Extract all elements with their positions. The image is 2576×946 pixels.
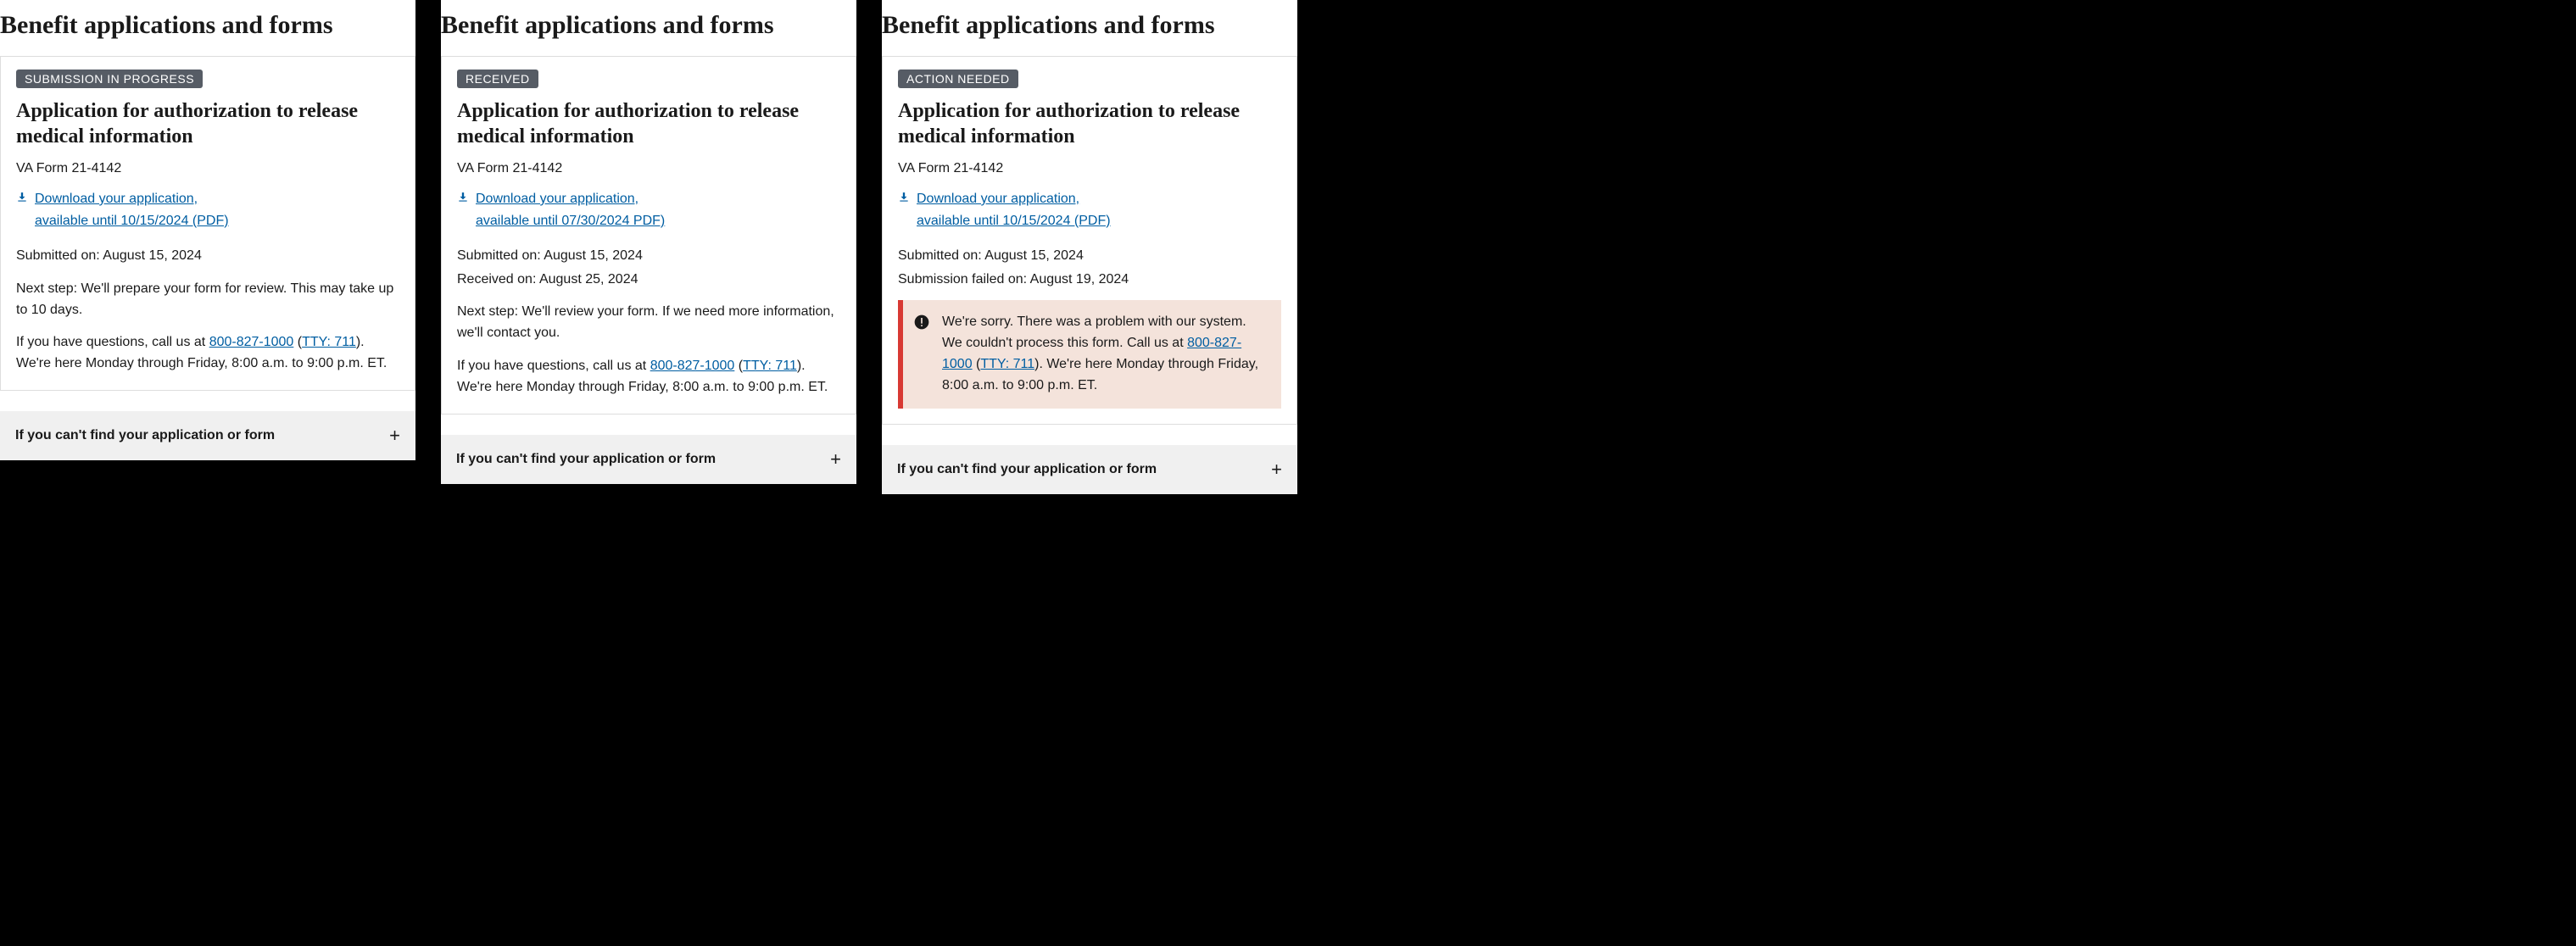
application-card: ACTION NEEDED Application for authorizat… bbox=[882, 56, 1297, 425]
card-title: Application for authorization to release… bbox=[16, 98, 399, 149]
plus-icon: + bbox=[830, 450, 841, 469]
phone-link[interactable]: 800-827-1000 bbox=[650, 359, 735, 373]
download-link[interactable]: Download your application, available unt… bbox=[457, 188, 840, 231]
error-alert: We're sorry. There was a problem with ou… bbox=[898, 300, 1281, 408]
submitted-date: Submitted on: August 15, 2024 bbox=[16, 245, 399, 267]
plus-icon: + bbox=[1271, 460, 1282, 479]
plus-icon: + bbox=[389, 426, 400, 445]
tty-link[interactable]: TTY: 711 bbox=[743, 359, 797, 373]
accordion-cant-find[interactable]: If you can't find your application or fo… bbox=[0, 411, 415, 460]
download-text: Download your application, available unt… bbox=[35, 188, 229, 231]
status-badge: RECEIVED bbox=[457, 70, 538, 88]
form-number: VA Form 21-4142 bbox=[16, 161, 399, 176]
alert-text: We're sorry. There was a problem with ou… bbox=[942, 312, 1268, 396]
next-step-text: Next step: We'll review your form. If we… bbox=[457, 302, 840, 344]
submitted-date: Submitted on: August 15, 2024 bbox=[898, 245, 1281, 267]
form-number: VA Form 21-4142 bbox=[457, 161, 840, 176]
status-badge: SUBMISSION IN PROGRESS bbox=[16, 70, 203, 88]
application-card: SUBMISSION IN PROGRESS Application for a… bbox=[0, 56, 415, 391]
column-action-needed: Benefit applications and forms ACTION NE… bbox=[882, 0, 1297, 494]
questions-text: If you have questions, call us at 800-82… bbox=[457, 356, 840, 398]
accordion-title: If you can't find your application or fo… bbox=[456, 452, 716, 467]
accordion-cant-find[interactable]: If you can't find your application or fo… bbox=[882, 445, 1297, 494]
accordion-title: If you can't find your application or fo… bbox=[897, 462, 1157, 477]
download-icon bbox=[16, 192, 28, 206]
next-step-text: Next step: We'll prepare your form for r… bbox=[16, 279, 399, 321]
card-title: Application for authorization to release… bbox=[898, 98, 1281, 149]
download-text: Download your application, available unt… bbox=[917, 188, 1111, 231]
received-date: Received on: August 25, 2024 bbox=[457, 269, 840, 291]
column-in-progress: Benefit applications and forms SUBMISSIO… bbox=[0, 0, 415, 494]
section-heading: Benefit applications and forms bbox=[882, 3, 1297, 56]
accordion-cant-find[interactable]: If you can't find your application or fo… bbox=[441, 435, 856, 484]
submitted-date: Submitted on: August 15, 2024 bbox=[457, 245, 840, 267]
tty-link[interactable]: TTY: 711 bbox=[980, 357, 1034, 371]
accordion-title: If you can't find your application or fo… bbox=[15, 428, 275, 443]
download-icon bbox=[898, 192, 910, 206]
download-icon bbox=[457, 192, 469, 206]
column-received: Benefit applications and forms RECEIVED … bbox=[441, 0, 856, 494]
failed-date: Submission failed on: August 19, 2024 bbox=[898, 269, 1281, 291]
card-title: Application for authorization to release… bbox=[457, 98, 840, 149]
section-heading: Benefit applications and forms bbox=[0, 3, 415, 56]
download-link[interactable]: Download your application, available unt… bbox=[898, 188, 1281, 231]
download-text: Download your application, available unt… bbox=[476, 188, 665, 231]
application-card: RECEIVED Application for authorization t… bbox=[441, 56, 856, 415]
download-link[interactable]: Download your application, available unt… bbox=[16, 188, 399, 231]
tty-link[interactable]: TTY: 711 bbox=[302, 335, 356, 349]
status-badge: ACTION NEEDED bbox=[898, 70, 1018, 88]
questions-text: If you have questions, call us at 800-82… bbox=[16, 332, 399, 375]
form-number: VA Form 21-4142 bbox=[898, 161, 1281, 176]
exclamation-icon bbox=[913, 314, 930, 331]
section-heading: Benefit applications and forms bbox=[441, 3, 856, 56]
phone-link[interactable]: 800-827-1000 bbox=[209, 335, 294, 349]
